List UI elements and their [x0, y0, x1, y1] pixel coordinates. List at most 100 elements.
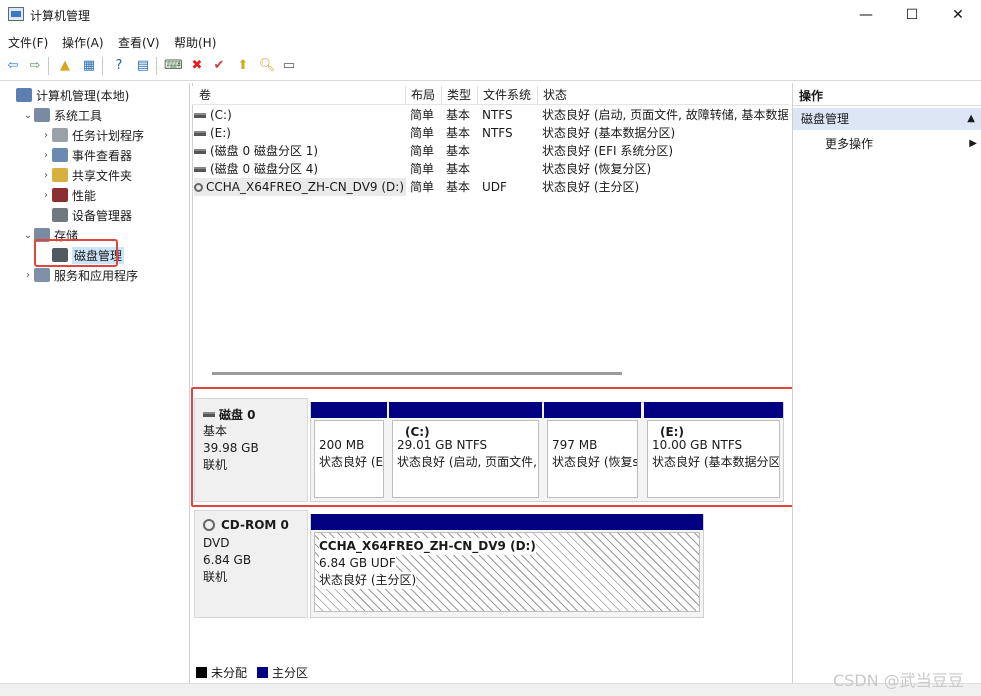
properties-icon[interactable]: ▤	[134, 57, 152, 75]
delete-icon[interactable]: ✖	[188, 57, 206, 75]
volume-status: 状态良好 (启动, 页面文件, 故障转储, 基本数据分区)	[542, 108, 788, 122]
tree-services-apps[interactable]: › 服务和应用程序	[0, 265, 190, 285]
partition-size: 6.84 GB UDF	[319, 555, 396, 572]
check-icon[interactable]: ✔	[210, 57, 228, 75]
menu-action[interactable]: 操作(A)	[62, 34, 104, 51]
volume-row[interactable]: (磁盘 0 磁盘分区 4) 简单 基本 状态良好 (恢复分区)	[194, 160, 788, 178]
volume-disk-icon	[194, 131, 206, 136]
expand-chevron-icon[interactable]: ⌄	[22, 230, 34, 241]
volume-layout: 简单	[410, 144, 435, 158]
tree-event-viewer[interactable]: › 事件查看器	[0, 145, 190, 165]
collapse-chevron-icon[interactable]: ›	[40, 170, 52, 181]
cdrom0-kind: DVD	[203, 536, 230, 550]
watermark: CSDN @武当豆豆	[833, 671, 964, 690]
volume-row[interactable]: (磁盘 0 磁盘分区 1) 简单 基本 状态良好 (EFI 系统分区)	[194, 142, 788, 160]
cdrom0-partition-bar	[311, 514, 703, 530]
minimize-button[interactable]: —	[843, 0, 889, 30]
tree-node-label: 任务计划程序	[72, 128, 145, 143]
back-icon[interactable]: ⇦	[4, 57, 22, 75]
tree-node-label: 事件查看器	[72, 148, 133, 163]
tree-device-manager[interactable]: 设备管理器	[0, 205, 190, 225]
column-header-layout[interactable]: 布局	[406, 86, 442, 105]
column-header-status[interactable]: 状态	[538, 86, 788, 105]
volume-type: 基本	[446, 144, 471, 158]
disk0-highlight	[191, 387, 795, 507]
actions-header: 操作	[793, 86, 981, 106]
collapse-chevron-icon[interactable]: ›	[40, 150, 52, 161]
column-header-volume[interactable]: 卷	[194, 86, 406, 105]
tree-node-icon	[52, 168, 68, 182]
cdrom0-size: 6.84 GB	[203, 553, 252, 567]
column-header-filesystem[interactable]: 文件系统	[478, 86, 538, 105]
volume-status: 状态良好 (恢复分区)	[542, 162, 652, 176]
volume-layout: 简单	[410, 126, 435, 140]
tree-node-icon	[34, 108, 50, 122]
collapse-chevron-icon[interactable]: ›	[40, 190, 52, 201]
toolbar-separator	[156, 57, 157, 75]
computer-management-app-icon	[8, 7, 24, 21]
tree-node-icon	[16, 88, 32, 102]
volume-disk-icon	[194, 149, 206, 154]
tree-shared-folders[interactable]: › 共享文件夹	[0, 165, 190, 185]
cdrom0-label[interactable]: CD-ROM 0 DVD 6.84 GB 联机	[194, 510, 308, 618]
volume-row[interactable]: (C:) 简单基本 NTFS 状态良好 (启动, 页面文件, 故障转储, 基本数据分区…	[194, 106, 788, 124]
column-header-type[interactable]: 类型	[442, 86, 478, 105]
menu-view[interactable]: 查看(V)	[118, 34, 160, 51]
tree-node-label: 设备管理器	[72, 208, 133, 223]
show-hide-tree-icon[interactable]: ▦	[80, 57, 98, 75]
legend-unallocated-label: 未分配	[211, 666, 248, 680]
search-icon[interactable]: 🔍︎	[258, 57, 276, 75]
up-folder-icon[interactable]: ▲	[56, 57, 74, 75]
tree-node-label: 共享文件夹	[72, 168, 133, 183]
selection-highlight	[34, 239, 118, 267]
actions-section-label: 磁盘管理	[801, 112, 850, 126]
tree-node-icon	[52, 128, 68, 142]
tree-node-icon	[52, 148, 68, 162]
more-actions-item[interactable]: 更多操作 ▶	[825, 134, 981, 154]
cdrom0-partition-d[interactable]: CCHA_X64FREO_ZH-CN_DV9 (D:) 6.84 GB UDF …	[314, 532, 700, 612]
tree-node-icon	[34, 268, 50, 282]
tree-system-tools[interactable]: ⌄ 系统工具	[0, 105, 190, 125]
connect-icon[interactable]: ⌨	[164, 57, 183, 75]
volume-name: (C:)	[210, 108, 232, 122]
maximize-button[interactable]: ☐	[889, 0, 935, 30]
tree-node-label: 计算机管理(本地)	[36, 88, 130, 103]
tree-node-icon	[52, 208, 68, 222]
menu-bar: 文件(F) 操作(A) 查看(V) 帮助(H)	[0, 30, 981, 52]
volume-row[interactable]: CCHA_X64FREO_ZH-CN_DV9 (D:) 简单 基本 UDF 状态良好 (…	[194, 178, 788, 196]
volume-fs: NTFS	[482, 126, 513, 140]
import-icon[interactable]: ⬆	[234, 57, 252, 75]
actions-section-disk-management[interactable]: 磁盘管理 ▲	[793, 108, 981, 130]
window-title: 计算机管理	[30, 9, 91, 23]
cdrom0-state: 联机	[203, 570, 228, 584]
list-view-icon[interactable]: ▭	[280, 57, 298, 75]
forward-icon[interactable]: ⇨	[26, 57, 44, 75]
tree-performance[interactable]: › 性能	[0, 185, 190, 205]
volume-name: (磁盘 0 磁盘分区 4)	[210, 162, 319, 176]
partition-status: 状态良好 (主分区)	[319, 572, 417, 589]
volume-type: 基本	[446, 162, 471, 176]
partition-title: CCHA_X64FREO_ZH-CN_DV9 (D:)	[319, 538, 536, 555]
menu-file[interactable]: 文件(F)	[8, 34, 48, 51]
tree-computer-management[interactable]: 计算机管理(本地)	[0, 85, 190, 105]
legend: 未分配 主分区	[196, 664, 308, 681]
help-icon[interactable]: ?	[110, 57, 128, 75]
title-bar: 计算机管理 — ☐ ✕	[0, 0, 981, 30]
horizontal-scrollbar[interactable]	[212, 372, 622, 375]
volume-disk-icon	[194, 167, 206, 172]
volume-row[interactable]: (E:) 简单 基本 NTFS 状态良好 (基本数据分区)	[194, 124, 788, 142]
volume-status: 状态良好 (基本数据分区)	[542, 126, 676, 140]
collapse-up-icon[interactable]: ▲	[967, 108, 975, 130]
tree-node-icon	[52, 188, 68, 202]
volume-fs: UDF	[482, 180, 507, 194]
collapse-chevron-icon[interactable]: ›	[22, 270, 34, 281]
menu-help[interactable]: 帮助(H)	[174, 34, 216, 51]
legend-primary-swatch	[257, 667, 269, 678]
close-button[interactable]: ✕	[935, 0, 981, 30]
tree-node-label: 性能	[72, 188, 97, 203]
expand-chevron-icon[interactable]: ⌄	[22, 110, 34, 121]
submenu-arrow-icon: ▶	[969, 138, 977, 149]
tree-task-scheduler[interactable]: › 任务计划程序	[0, 125, 190, 145]
toolbar-separator	[102, 57, 103, 75]
collapse-chevron-icon[interactable]: ›	[40, 130, 52, 141]
